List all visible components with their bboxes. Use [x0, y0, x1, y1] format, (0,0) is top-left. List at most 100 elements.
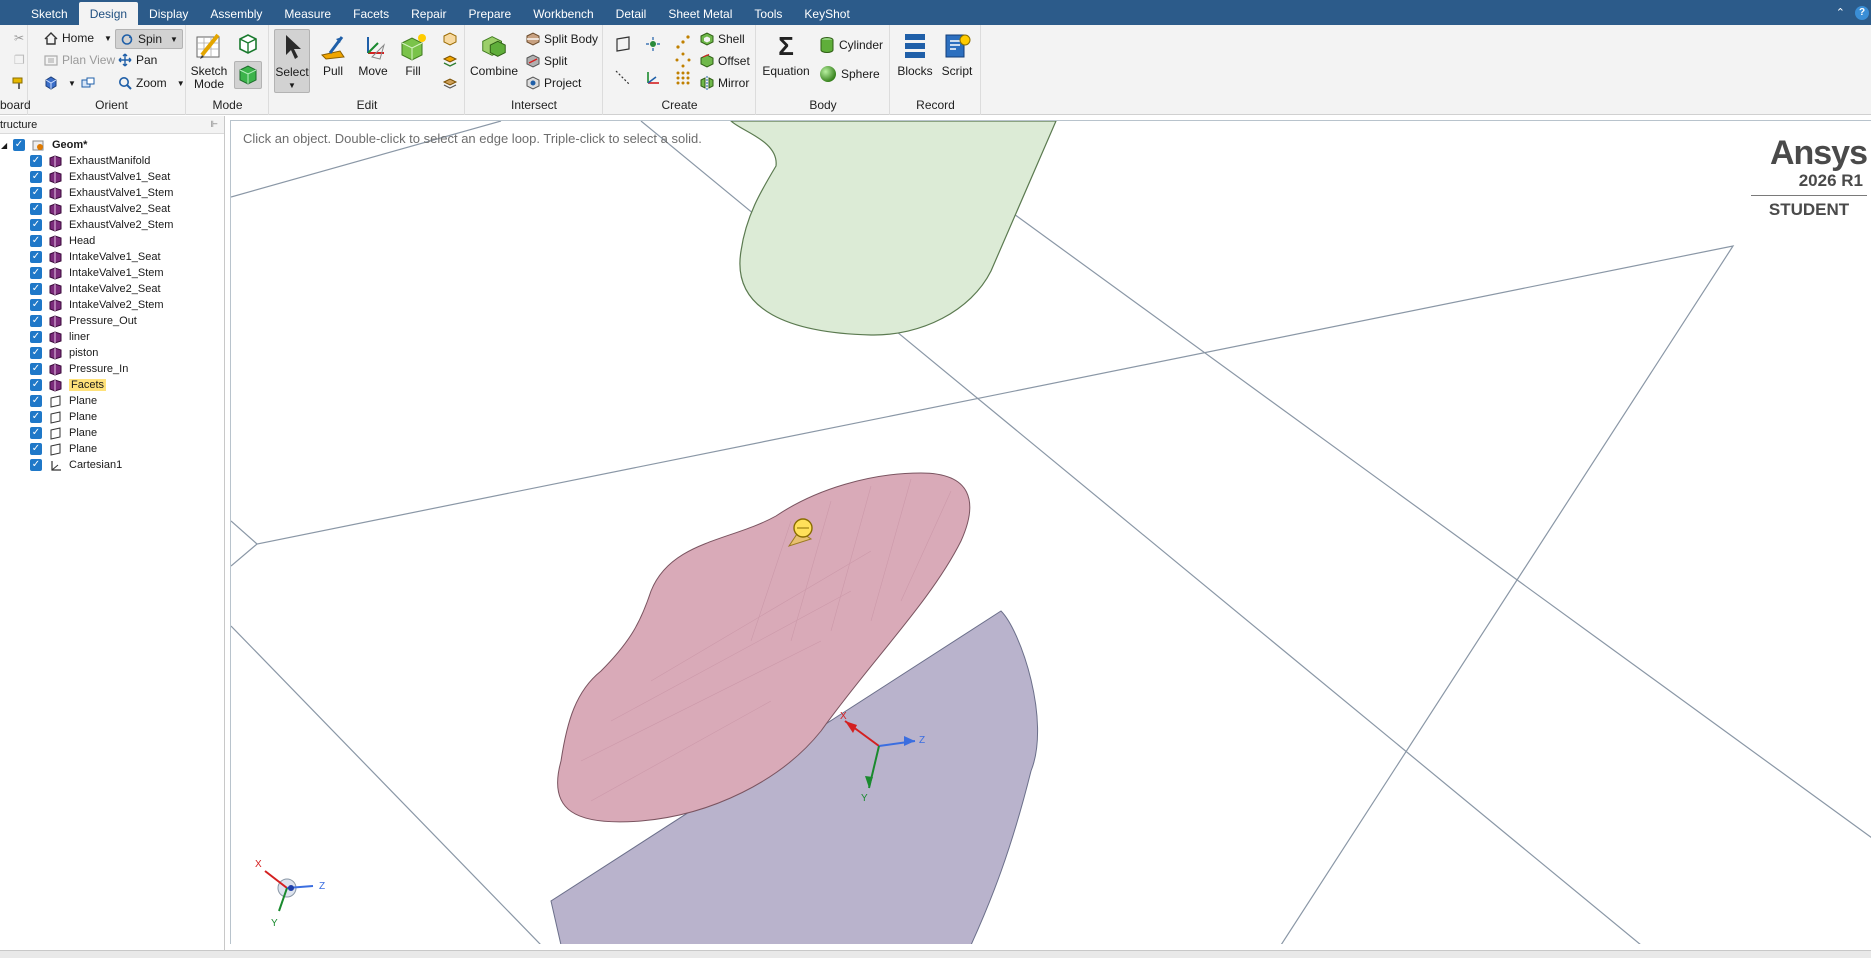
split-button[interactable]: Split	[526, 54, 567, 68]
tree-item-row[interactable]: ✓ Pressure_In	[30, 361, 128, 377]
visibility-checkbox[interactable]: ✓	[30, 187, 42, 199]
pull-button[interactable]: Pull	[316, 31, 350, 78]
copy-icon[interactable]: ❐	[14, 53, 25, 67]
tab-sheet-metal[interactable]: Sheet Metal	[657, 2, 743, 25]
tree-item-row[interactable]: ✓ IntakeValve2_Stem	[30, 297, 164, 313]
help-icon[interactable]: ?	[1855, 5, 1869, 20]
edit-tool-3-icon[interactable]	[442, 75, 458, 91]
axis-line-icon[interactable]	[614, 69, 632, 87]
format-painter-icon[interactable]	[12, 76, 28, 90]
tree-item-row[interactable]: ✓ Plane	[30, 409, 97, 425]
tab-display[interactable]: Display	[138, 2, 199, 25]
home-button[interactable]: Home ▼	[44, 31, 112, 45]
tree-item-row[interactable]: ✓ ExhaustValve2_Stem	[30, 217, 173, 233]
cylinder-button[interactable]: Cylinder	[819, 36, 883, 54]
tree-root-row[interactable]: ◢ ✓ Geom*	[0, 137, 87, 153]
visibility-checkbox[interactable]: ✓	[30, 411, 42, 423]
tree-item-row[interactable]: ✓ ExhaustValve2_Seat	[30, 201, 170, 217]
plane-icon[interactable]	[614, 35, 632, 53]
select-button[interactable]: Select ▼	[274, 29, 310, 93]
tab-facets[interactable]: Facets	[342, 2, 400, 25]
point-icon[interactable]	[644, 35, 662, 53]
visibility-checkbox[interactable]: ✓	[30, 395, 42, 407]
tab-tools[interactable]: Tools	[743, 2, 793, 25]
visibility-checkbox[interactable]: ✓	[30, 203, 42, 215]
tree-item-row[interactable]: ✓ ExhaustManifold	[30, 153, 150, 169]
visibility-checkbox[interactable]: ✓	[30, 155, 42, 167]
tab-prepare[interactable]: Prepare	[457, 2, 522, 25]
script-button[interactable]: Script	[937, 31, 977, 78]
view-options-icon[interactable]	[80, 76, 96, 90]
pan-button[interactable]: Pan	[118, 53, 157, 67]
section-mode-icon[interactable]	[237, 33, 259, 55]
tab-detail[interactable]: Detail	[605, 2, 658, 25]
combine-button[interactable]: Combine	[470, 31, 518, 78]
tree-item-row[interactable]: ✓ IntakeValve1_Stem	[30, 265, 164, 281]
shell-button[interactable]: Shell	[700, 32, 745, 46]
tree-item-row[interactable]: ✓ IntakeValve2_Seat	[30, 281, 161, 297]
tree-item-row[interactable]: ✓ IntakeValve1_Seat	[30, 249, 161, 265]
split-body-button[interactable]: Split Body	[526, 32, 598, 46]
sketch-mode-button[interactable]: Sketch Mode	[191, 31, 227, 91]
collapse-icon[interactable]: ◢	[1, 141, 11, 150]
move-button[interactable]: Move	[356, 31, 390, 78]
graphics-viewport[interactable]: X Z Y X Z Y Click an object. Double-clic…	[230, 120, 1871, 944]
visibility-checkbox[interactable]: ✓	[30, 251, 42, 263]
3d-mode-button[interactable]	[234, 61, 262, 89]
visibility-checkbox[interactable]: ✓	[30, 315, 42, 327]
offset-button[interactable]: Offset	[700, 54, 750, 68]
tab-sketch[interactable]: Sketch	[20, 2, 79, 25]
tab-workbench[interactable]: Workbench	[522, 2, 604, 25]
tab-design[interactable]: Design	[78, 2, 139, 25]
visibility-checkbox[interactable]: ✓	[30, 379, 42, 391]
edit-tool-1-icon[interactable]	[442, 31, 458, 47]
pin-icon[interactable]: ⊩	[210, 119, 218, 130]
minimize-ribbon-icon[interactable]: ⌃	[1836, 6, 1845, 19]
tree-item-row[interactable]: ✓ Head	[30, 233, 95, 249]
tree-item-row[interactable]: ✓ piston	[30, 345, 98, 361]
visibility-checkbox[interactable]: ✓	[30, 427, 42, 439]
equation-button[interactable]: Σ Equation	[761, 31, 811, 78]
tree-item-row[interactable]: ✓ Plane	[30, 441, 97, 457]
plan-view-button[interactable]: Plan View	[44, 53, 115, 67]
edit-tool-2-icon[interactable]	[442, 53, 458, 69]
pattern-icon[interactable]	[674, 33, 692, 51]
cut-icon[interactable]: ✂	[14, 31, 24, 45]
blocks-button[interactable]: Blocks	[895, 31, 935, 78]
visibility-checkbox[interactable]: ✓	[30, 267, 42, 279]
tree-item-row[interactable]: ✓ ExhaustValve1_Stem	[30, 185, 173, 201]
visibility-checkbox[interactable]: ✓	[30, 171, 42, 183]
fill-button[interactable]: Fill	[396, 31, 430, 78]
tab-assembly[interactable]: Assembly	[199, 2, 273, 25]
project-button[interactable]: Project	[526, 76, 581, 90]
visibility-checkbox[interactable]: ✓	[30, 299, 42, 311]
tree-item-row[interactable]: ✓ Plane	[30, 393, 97, 409]
view-cube-button[interactable]: ▼	[44, 76, 76, 90]
visibility-checkbox[interactable]: ✓	[30, 235, 42, 247]
visibility-checkbox[interactable]: ✓	[30, 331, 42, 343]
sphere-button[interactable]: Sphere	[819, 65, 880, 83]
visibility-checkbox[interactable]: ✓	[30, 363, 42, 375]
plane-edge[interactable]	[231, 625, 541, 944]
visibility-checkbox[interactable]: ✓	[30, 283, 42, 295]
visibility-checkbox[interactable]: ✓	[30, 347, 42, 359]
tab-repair[interactable]: Repair	[400, 2, 457, 25]
grid-pattern-icon[interactable]	[674, 69, 692, 87]
visibility-checkbox[interactable]: ✓	[30, 443, 42, 455]
tab-keyshot[interactable]: KeyShot	[793, 2, 860, 25]
tree-item-row[interactable]: ✓ Facets	[30, 377, 107, 393]
visibility-checkbox[interactable]: ✓	[30, 219, 42, 231]
green-body[interactable]	[730, 121, 1057, 336]
zoom-button[interactable]: Zoom ▼	[118, 76, 185, 90]
scene-canvas[interactable]: X Z Y X Z Y	[231, 121, 1871, 944]
tree-item-row[interactable]: ✓ liner	[30, 329, 90, 345]
visibility-checkbox[interactable]: ✓	[30, 459, 42, 471]
spin-button[interactable]: Spin ▼	[115, 29, 183, 49]
visibility-checkbox[interactable]: ✓	[13, 139, 25, 151]
plane-edge[interactable]	[231, 520, 258, 545]
tab-measure[interactable]: Measure	[273, 2, 342, 25]
origin-icon[interactable]	[644, 69, 662, 87]
mirror-button[interactable]: Mirror	[700, 76, 749, 90]
circular-pattern-icon[interactable]	[674, 51, 692, 69]
tree-item-row[interactable]: ✓ Plane	[30, 425, 97, 441]
